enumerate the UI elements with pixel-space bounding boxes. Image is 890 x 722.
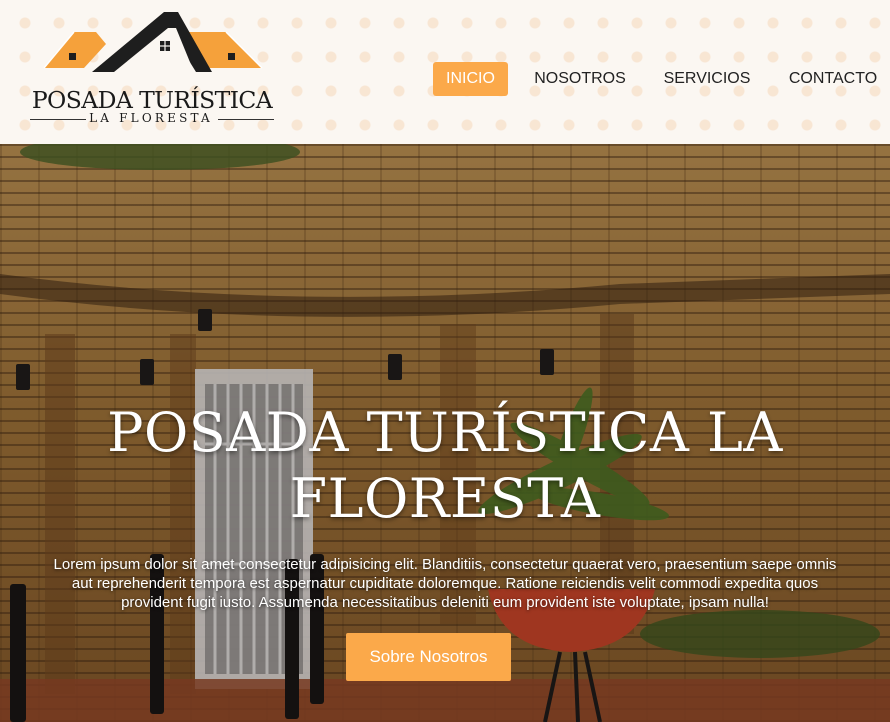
hero-title-line1: POSADA TURÍSTICA LA (107, 401, 783, 464)
hero-title: POSADA TURÍSTICA LA FLORESTA (0, 400, 890, 532)
hero-description: Lorem ipsum dolor sit amet consectetur a… (0, 555, 890, 612)
hero-text-line3: provident fugit iusto. Assumenda necessi… (121, 594, 769, 611)
nav-item-inicio[interactable]: INICIO (433, 62, 508, 96)
hero-text-line2: aut reprehenderit tempora est aspernatur… (71, 575, 819, 592)
site-header: POSADA TURÍSTICA LA FLORESTA INICIO NOSO… (0, 0, 890, 144)
hero-title-line2: FLORESTA (289, 467, 601, 530)
nav-item-contacto[interactable]: CONTACTO (778, 62, 888, 96)
hero-text-line1: Lorem ipsum dolor sit amet consectetur a… (53, 556, 837, 573)
main-nav: INICIO NOSOTROS SERVICIOS CONTACTO (0, 62, 890, 96)
nav-item-nosotros[interactable]: NOSOTROS (524, 62, 636, 96)
hero-section: POSADA TURÍSTICA LA FLORESTA Lorem ipsum… (0, 144, 890, 722)
nav-item-servicios[interactable]: SERVICIOS (653, 62, 761, 96)
logo-subtitle: LA FLORESTA (89, 111, 213, 125)
sobre-nosotros-button[interactable]: Sobre Nosotros (346, 633, 511, 681)
